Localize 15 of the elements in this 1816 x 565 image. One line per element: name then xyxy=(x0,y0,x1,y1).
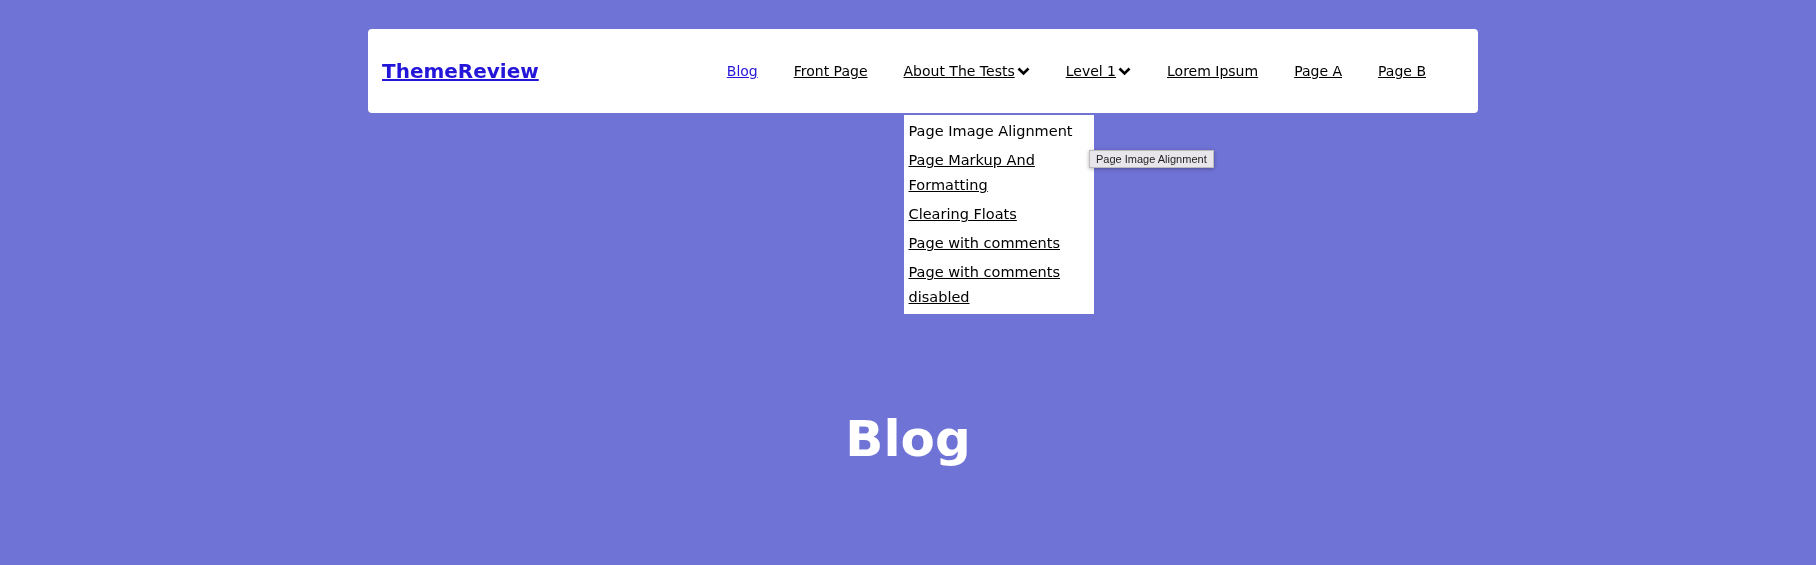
page-title: Blog xyxy=(844,410,972,468)
dropdown-item[interactable]: Page Markup And Formatting xyxy=(908,148,1089,198)
nav-link[interactable]: Front Page xyxy=(793,63,868,79)
dropdown-item[interactable]: Page with comments xyxy=(908,231,1089,256)
dropdown-item[interactable]: Clearing Floats xyxy=(908,202,1089,227)
nav-link[interactable]: About The Tests xyxy=(903,63,1015,79)
dropdown-item[interactable]: Page Image Alignment xyxy=(908,119,1089,144)
nav-link[interactable]: Page B xyxy=(1378,63,1426,79)
tooltip: Page Image Alignment xyxy=(1089,150,1214,168)
nav-link[interactable]: Level 1 xyxy=(1065,63,1117,79)
site-title-link[interactable]: ThemeReview xyxy=(382,59,539,83)
nav-link[interactable]: Lorem Ipsum xyxy=(1167,63,1259,79)
nav-link[interactable]: Page A xyxy=(1294,63,1343,79)
dropdown-item[interactable]: Page with comments disabled xyxy=(908,260,1089,310)
nav-link[interactable]: Blog xyxy=(726,63,758,79)
